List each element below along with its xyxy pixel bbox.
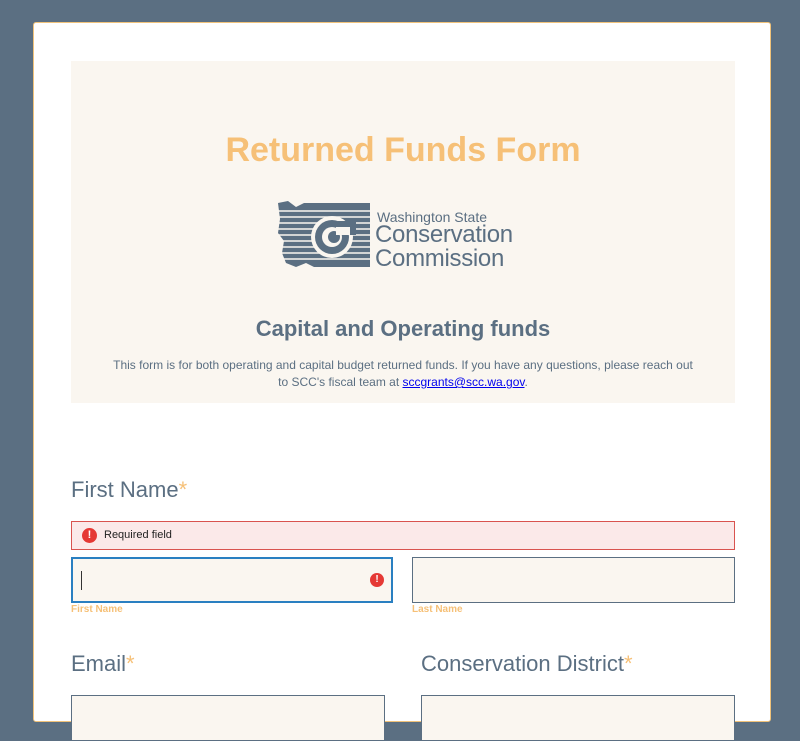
email-label: Email*: [71, 651, 135, 677]
first-name-label-text: First Name: [71, 477, 179, 502]
form-description: This form is for both operating and capi…: [111, 357, 695, 391]
conservation-district-label-text: Conservation District: [421, 651, 624, 676]
email-label-text: Email: [71, 651, 127, 676]
form-card: Returned Funds Form Washington State Con…: [33, 22, 771, 741]
required-field-error: ! Required field: [71, 521, 735, 550]
required-asterisk: *: [126, 651, 135, 676]
email-link[interactable]: sccgrants@scc.wa.gov: [403, 375, 525, 389]
first-name-sublabel: First Name: [71, 604, 123, 615]
form-subtitle: Capital and Operating funds: [255, 316, 551, 341]
required-asterisk: *: [623, 651, 633, 676]
last-name-sublabel: Last Name: [412, 604, 463, 615]
form-title: Returned Funds Form: [225, 131, 581, 169]
description-end: .: [524, 375, 528, 389]
email-input[interactable]: [71, 695, 385, 741]
input-error-icon: !: [370, 573, 384, 587]
conservation-commission-logo: Washington State Conservation Commission: [274, 197, 534, 277]
first-name-label: First Name*: [71, 477, 187, 503]
form-header: Returned Funds Form Washington State Con…: [71, 61, 735, 403]
error-message: Required field: [104, 529, 172, 541]
washington-state-logo-icon: [274, 201, 374, 267]
error-icon: !: [82, 528, 97, 543]
logo-text-line3: Commission: [375, 245, 505, 272]
first-name-input[interactable]: !: [71, 557, 393, 603]
text-caret: [81, 571, 82, 590]
conservation-district-input[interactable]: [421, 695, 735, 741]
last-name-input[interactable]: [412, 557, 735, 603]
conservation-district-label: Conservation District*: [421, 651, 633, 677]
required-asterisk: *: [178, 477, 188, 502]
